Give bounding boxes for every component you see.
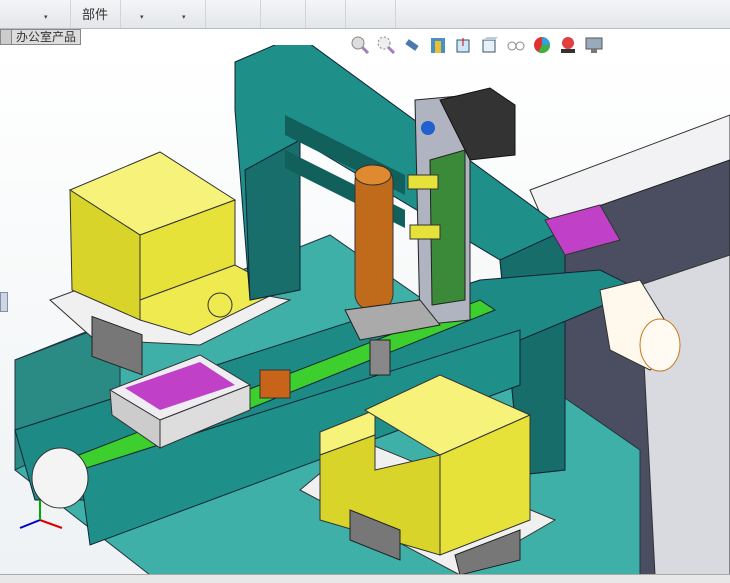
heads-up-view-toolbar xyxy=(350,35,604,55)
display-style-icon[interactable] xyxy=(480,35,500,55)
ribbon-button[interactable] xyxy=(345,0,396,28)
command-manager-ribbon: ▾ 部件 ▾ ▾ xyxy=(0,0,730,29)
ribbon-button[interactable] xyxy=(305,0,346,28)
3d-model-viewport[interactable] xyxy=(0,45,730,575)
zoom-to-fit-icon[interactable] xyxy=(350,35,370,55)
previous-view-icon[interactable] xyxy=(402,35,422,55)
ribbon-button[interactable] xyxy=(205,0,261,28)
ribbon-button-components[interactable]: 部件 xyxy=(70,0,121,28)
ribbon-button[interactable]: ▾ xyxy=(0,0,71,28)
panel-expand-handle[interactable] xyxy=(0,292,8,312)
ribbon-button[interactable] xyxy=(260,0,306,28)
section-view-icon[interactable] xyxy=(428,35,448,55)
document-tab-bar: 办公室产品 xyxy=(0,29,82,45)
apply-scene-icon[interactable] xyxy=(558,35,578,55)
tab-office-products[interactable]: 办公室产品 xyxy=(12,29,82,45)
hide-show-items-icon[interactable] xyxy=(506,35,526,55)
view-settings-icon[interactable] xyxy=(584,35,604,55)
ribbon-label: 部件 xyxy=(82,8,109,23)
edit-appearance-icon[interactable] xyxy=(532,35,552,55)
ribbon-button[interactable]: ▾ ▾ xyxy=(120,0,206,28)
view-orientation-icon[interactable] xyxy=(454,35,474,55)
tab-spacer xyxy=(0,29,12,45)
zoom-to-area-icon[interactable] xyxy=(376,35,396,55)
